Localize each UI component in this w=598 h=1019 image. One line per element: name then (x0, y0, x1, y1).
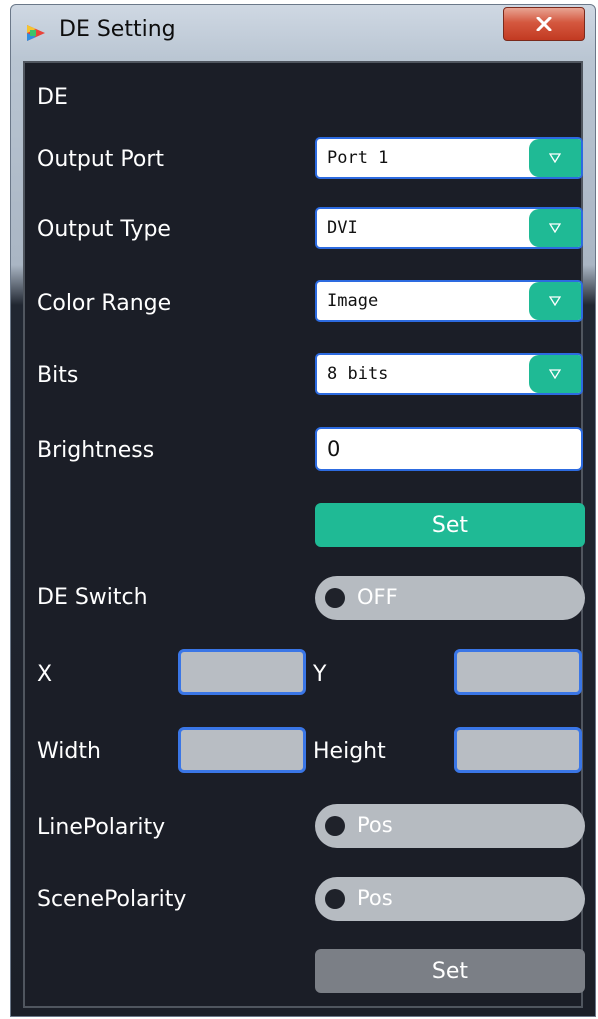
title-bar: DE Setting (11, 5, 595, 57)
chevron-down-icon[interactable] (529, 355, 581, 393)
toggle-knob (325, 588, 345, 608)
chevron-down-icon[interactable] (529, 139, 581, 177)
app-logo-icon (25, 22, 47, 44)
output-port-select[interactable]: Port 1 (315, 137, 583, 179)
toggle-knob (325, 889, 345, 909)
height-input[interactable] (454, 727, 582, 773)
line-polarity-state: Pos (357, 813, 393, 837)
de-setting-window: DE Setting DE Output Port Port 1 Output … (10, 4, 596, 1017)
scene-polarity-state: Pos (357, 886, 393, 910)
height-label: Height (313, 739, 386, 764)
brightness-label: Brightness (37, 438, 155, 463)
scene-polarity-label: ScenePolarity (37, 887, 187, 912)
chevron-down-icon[interactable] (529, 282, 581, 320)
de-switch-state: OFF (357, 585, 398, 609)
bits-select[interactable]: 8 bits (315, 353, 583, 395)
color-range-select[interactable]: Image (315, 280, 583, 322)
toggle-knob (325, 816, 345, 836)
output-type-value: DVI (327, 218, 358, 238)
width-label: Width (37, 739, 101, 764)
y-input[interactable] (454, 649, 582, 695)
window-title: DE Setting (59, 17, 176, 42)
x-input[interactable] (178, 649, 306, 695)
close-button[interactable] (503, 7, 585, 41)
settings-panel: DE Output Port Port 1 Output Type DVI Co… (23, 61, 585, 1008)
de-switch-toggle[interactable]: OFF (315, 576, 585, 620)
brightness-input[interactable] (315, 427, 583, 471)
bits-value: 8 bits (327, 364, 389, 384)
output-port-label: Output Port (37, 147, 165, 172)
output-port-value: Port 1 (327, 148, 389, 168)
y-label: Y (313, 662, 327, 687)
set-button[interactable]: Set (315, 503, 585, 547)
line-polarity-toggle[interactable]: Pos (315, 804, 585, 848)
line-polarity-label: LinePolarity (37, 815, 166, 840)
close-icon (536, 17, 552, 31)
scene-polarity-toggle[interactable]: Pos (315, 877, 585, 921)
x-label: X (37, 662, 53, 687)
color-range-label: Color Range (37, 291, 172, 316)
output-type-label: Output Type (37, 217, 171, 242)
chevron-down-icon[interactable] (529, 209, 581, 247)
de-switch-label: DE Switch (37, 585, 148, 610)
bits-label: Bits (37, 363, 79, 388)
set-de-button[interactable]: Set (315, 949, 585, 993)
section-title: DE (37, 85, 68, 110)
output-type-select[interactable]: DVI (315, 207, 583, 249)
color-range-value: Image (327, 291, 379, 311)
width-input[interactable] (178, 727, 306, 773)
